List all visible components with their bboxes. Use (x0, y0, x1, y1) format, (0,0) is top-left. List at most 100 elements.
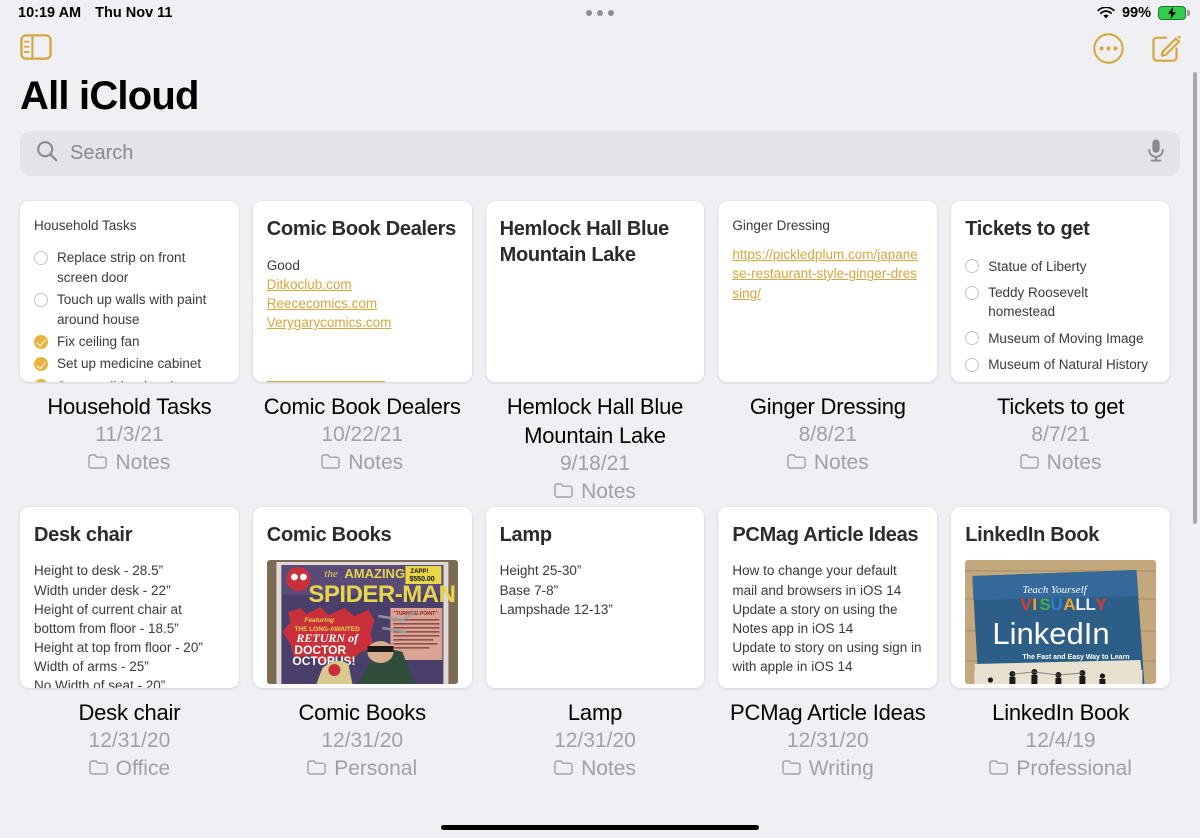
preview-body: Height to desk - 28.5” Width under desk … (34, 561, 225, 687)
folder-icon (307, 755, 326, 783)
note-date: 11/3/21 (95, 423, 164, 447)
preview-title: PCMag Article Ideas (732, 523, 919, 546)
preview-line: Height at top from floor - 20” (34, 639, 203, 655)
preview-link[interactable]: https://pickledplum.com/japanese-restaur… (732, 245, 923, 302)
note-card-preview[interactable]: LinkedIn Book Teach Yourself V I S U A L… (951, 506, 1170, 688)
checklist-item[interactable]: Set up medicine cabinet (34, 354, 225, 373)
preview-title: Ginger Dressing (732, 218, 830, 233)
checklist-item[interactable]: Museum of Moving Image (965, 329, 1156, 348)
note-card-preview[interactable]: Tickets to get Statue of Liberty Teddy R… (951, 201, 1170, 382)
note-meta: PCMag Article Ideas 12/31/20 Writing (718, 688, 937, 784)
svg-text:the: the (324, 568, 338, 580)
note-item[interactable]: PCMag Article Ideas How to change your d… (718, 506, 938, 784)
note-date: 8/7/21 (1031, 423, 1090, 447)
checkbox-unchecked-icon[interactable] (965, 285, 980, 300)
note-item[interactable]: Ginger Dressing https://pickledplum.com/… (718, 201, 938, 507)
search-input[interactable] (70, 142, 1146, 165)
sidebar-toggle-icon[interactable] (20, 34, 52, 65)
preview-line: Base 7-8” (499, 582, 559, 598)
note-card-preview[interactable]: Comic Book Dealers Good Ditkoclub.com Re… (252, 201, 472, 382)
note-item[interactable]: Hemlock Hall Blue Mountain Lake Hemlock … (485, 201, 705, 507)
microphone-icon[interactable] (1146, 138, 1166, 169)
comic-book-cover-thumbnail: the AMAZING SPIDER-MAN ZAPP! $550.00 Fea… (266, 560, 458, 685)
checklist-item-label: Museum of Moving Image (988, 330, 1144, 346)
note-meta: LinkedIn Book 12/4/19 Professional (951, 688, 1170, 784)
svg-text:LinkedIn: LinkedIn (993, 616, 1110, 651)
note-item[interactable]: Tickets to get Statue of Liberty Teddy R… (951, 201, 1170, 507)
note-date: 12/4/19 (1025, 728, 1096, 752)
checkbox-unchecked-icon[interactable] (34, 292, 48, 307)
preview-link[interactable]: Reececomics.com (267, 294, 458, 313)
note-item[interactable]: Comic Books the AMAZING SPIDER-MAN ZAPP!… (252, 506, 472, 784)
note-card-preview[interactable]: Ginger Dressing https://pickledplum.com/… (718, 201, 938, 382)
checkbox-checked-icon[interactable] (34, 356, 48, 371)
preview-link[interactable]: Ditkoclub.com (267, 275, 458, 294)
nav-bar (0, 26, 1200, 72)
svg-text:V: V (1021, 595, 1033, 614)
more-circle-icon[interactable] (1093, 32, 1124, 69)
preview-body: How to change your default mail and brow… (732, 561, 923, 676)
note-meta: Ginger Dressing 8/8/21 Notes (718, 382, 937, 478)
note-folder: Notes (490, 478, 701, 506)
truncated-link-underline (266, 380, 385, 382)
checkbox-checked-icon[interactable] (34, 334, 48, 349)
checklist-item[interactable]: Touch up walls with paint around house (34, 290, 225, 329)
svg-text:ZAPP!: ZAPP! (410, 569, 428, 575)
compose-note-icon[interactable] (1150, 32, 1182, 69)
note-meta: Comic Books 12/31/20 Personal (253, 688, 472, 784)
note-meta: Hemlock Hall Blue Mountain Lake 9/18/21 … (486, 382, 705, 507)
note-item[interactable]: Household Tasks Replace strip on front s… (20, 201, 239, 507)
checklist-item[interactable]: Statue of Liberty (965, 257, 1156, 276)
checkbox-unchecked-icon[interactable] (34, 250, 48, 265)
preview-title: Comic Book Dealers (266, 218, 456, 240)
battery-percent-label: 99% (1121, 5, 1151, 21)
vertical-scrollbar[interactable] (1193, 72, 1197, 524)
preview-link[interactable]: Verygarycomics.com (267, 313, 458, 332)
note-item[interactable]: LinkedIn Book Teach Yourself V I S U A L… (951, 506, 1170, 784)
note-date: 12/31/20 (554, 728, 636, 752)
note-title: Ginger Dressing (749, 394, 906, 419)
search-bar[interactable] (20, 131, 1180, 176)
checkbox-unchecked-icon[interactable] (965, 357, 980, 372)
note-card-preview[interactable]: Lamp Height 25-30” Base 7-8” Lampshade 1… (485, 506, 705, 688)
note-item[interactable]: Desk chair Height to desk - 28.5” Width … (20, 506, 239, 784)
note-date: 8/8/21 (798, 423, 857, 447)
checklist-item[interactable]: Secure slider door in basement (34, 377, 225, 382)
note-title: Comic Book Dealers (263, 394, 461, 419)
note-card-preview[interactable]: Desk chair Height to desk - 28.5” Width … (20, 506, 239, 688)
preview-title: Lamp (499, 523, 552, 546)
preview-line: Good (266, 257, 300, 273)
preview-line: Lampshade 12-13” (499, 601, 613, 617)
svg-text:Y: Y (1096, 595, 1108, 614)
note-card-preview[interactable]: Hemlock Hall Blue Mountain Lake (485, 201, 705, 382)
note-meta: Household Tasks 11/3/21 Notes (20, 382, 239, 478)
note-title: LinkedIn Book (992, 699, 1130, 725)
note-folder: Office (24, 755, 235, 783)
page-title: All iCloud (20, 74, 199, 118)
checkbox-checked-icon[interactable] (34, 379, 48, 382)
checklist-item[interactable]: Replace strip on front screen door (34, 248, 225, 287)
checklist-item[interactable]: Museum of Natural History (965, 355, 1156, 374)
checklist-item[interactable]: Teddy Roosevelt homestead (965, 283, 1156, 322)
svg-text:S: S (1040, 595, 1051, 614)
status-dots-icon (586, 10, 614, 16)
checklist-item[interactable]: Fix ceiling fan (34, 332, 225, 351)
checkbox-unchecked-icon[interactable] (965, 259, 980, 274)
home-indicator[interactable] (441, 824, 759, 830)
note-item[interactable]: Comic Book Dealers Good Ditkoclub.com Re… (252, 201, 472, 507)
note-folder-label: Professional (1016, 757, 1132, 781)
preview-line: Height 25-30” (499, 563, 582, 579)
checkbox-unchecked-icon[interactable] (965, 331, 980, 346)
note-title: Desk chair (78, 699, 181, 725)
note-title: Tickets to get (996, 394, 1125, 419)
note-card-preview[interactable]: PCMag Article Ideas How to change your d… (718, 506, 938, 688)
checklist-item-label: Set up medicine cabinet (57, 356, 202, 372)
note-card-preview[interactable]: Household Tasks Replace strip on front s… (20, 201, 239, 382)
note-item[interactable]: Lamp Height 25-30” Base 7-8” Lampshade 1… (485, 506, 705, 784)
folder-icon (989, 755, 1009, 783)
preview-body: Height 25-30” Base 7-8” Lampshade 12-13” (500, 561, 691, 618)
note-meta: Tickets to get 8/7/21 Notes (951, 382, 1170, 478)
note-folder-label: Notes (115, 451, 171, 475)
note-card-preview[interactable]: Comic Books the AMAZING SPIDER-MAN ZAPP!… (252, 506, 472, 688)
note-folder: Professional (955, 755, 1166, 783)
